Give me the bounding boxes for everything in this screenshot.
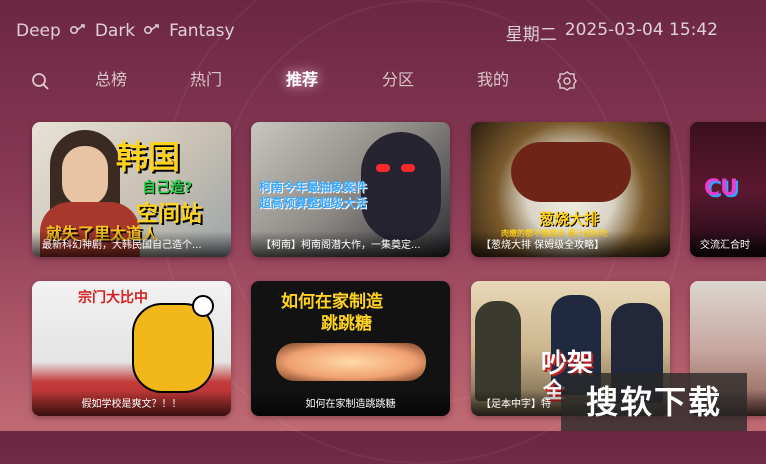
food-shape — [511, 142, 631, 202]
thumbnail-subtitle: 超高预算整超级大活 — [259, 196, 368, 210]
tab-recommend[interactable]: 推荐 — [286, 66, 318, 96]
link-icon — [69, 22, 87, 40]
glowing-eye — [401, 164, 415, 172]
status-clock: 星期二 2025-03-04 15:42 — [506, 20, 718, 45]
video-caption: 假如学校是爽文？！！ — [32, 390, 231, 416]
video-caption: 【葱烧大排 保姆级全攻略】 — [471, 231, 670, 257]
video-caption: 【柯南】柯南阁潜大作，一集奠定... — [251, 231, 450, 257]
video-caption: 交流汇合时 — [690, 231, 766, 257]
candy-pile — [276, 343, 426, 381]
video-card[interactable]: 韩国 自己造? 空间站 就失了里太道人 最新科幻神剧，大韩民国自己造个... — [32, 122, 231, 257]
glowing-eye — [376, 164, 390, 172]
video-card[interactable]: 柯南今年最抽象案件 超高预算整超级大活 【柯南】柯南阁潜大作，一集奠定... — [251, 122, 450, 257]
weekday-label: 星期二 — [505, 25, 557, 45]
link-icon — [143, 22, 161, 40]
cartoon-eye — [192, 295, 214, 317]
thumbnail-title: 韩国 — [116, 138, 181, 176]
breadcrumb: Deep Dark Fantasy — [16, 20, 235, 42]
video-card[interactable]: CU 交流汇合时 — [690, 122, 766, 257]
breadcrumb-item-dark[interactable]: Dark — [95, 21, 135, 41]
gear-icon[interactable] — [556, 70, 578, 92]
thumbnail-title: 葱烧大排 — [539, 210, 600, 228]
top-nav: 总榜 热门 推荐 分区 我的 — [0, 66, 600, 96]
datetime-label: 2025-03-04 15:42 — [564, 20, 718, 40]
video-card[interactable]: 葱烧大排 肉嫩的都不像猪肉 酱汁超好吃 【葱烧大排 保姆级全攻略】 — [471, 122, 670, 257]
video-caption: 如何在家制造跳跳糖 — [251, 390, 450, 416]
tab-hot[interactable]: 热门 — [190, 66, 222, 96]
thumbnail-title: 柯南今年最抽象案件 — [259, 180, 368, 194]
video-caption: 最新科幻神剧，大韩民国自己造个... — [32, 231, 231, 257]
thumbnail-title: 宗门大比中 — [78, 290, 148, 306]
thumbnail-title: CU — [704, 176, 739, 201]
thumbnail-subtitle: 自己造? — [142, 180, 193, 196]
person-silhouette — [475, 301, 521, 401]
face-shape — [62, 146, 108, 206]
search-icon[interactable] — [29, 70, 51, 92]
video-card[interactable]: 宗门大比中 假如学校是爽文？！！ — [32, 281, 231, 416]
tab-overall[interactable]: 总榜 — [95, 66, 127, 96]
tab-category[interactable]: 分区 — [382, 66, 414, 96]
character-silhouette — [361, 132, 441, 242]
site-watermark: 搜软下载 — [561, 373, 747, 431]
breadcrumb-item-deep[interactable]: Deep — [16, 21, 61, 41]
breadcrumb-item-fantasy[interactable]: Fantasy — [169, 21, 234, 41]
tab-mine[interactable]: 我的 — [477, 66, 509, 96]
thumbnail-subtitle: 跳跳糖 — [321, 314, 372, 334]
video-card[interactable]: 如何在家制造 跳跳糖 如何在家制造跳跳糖 — [251, 281, 450, 416]
